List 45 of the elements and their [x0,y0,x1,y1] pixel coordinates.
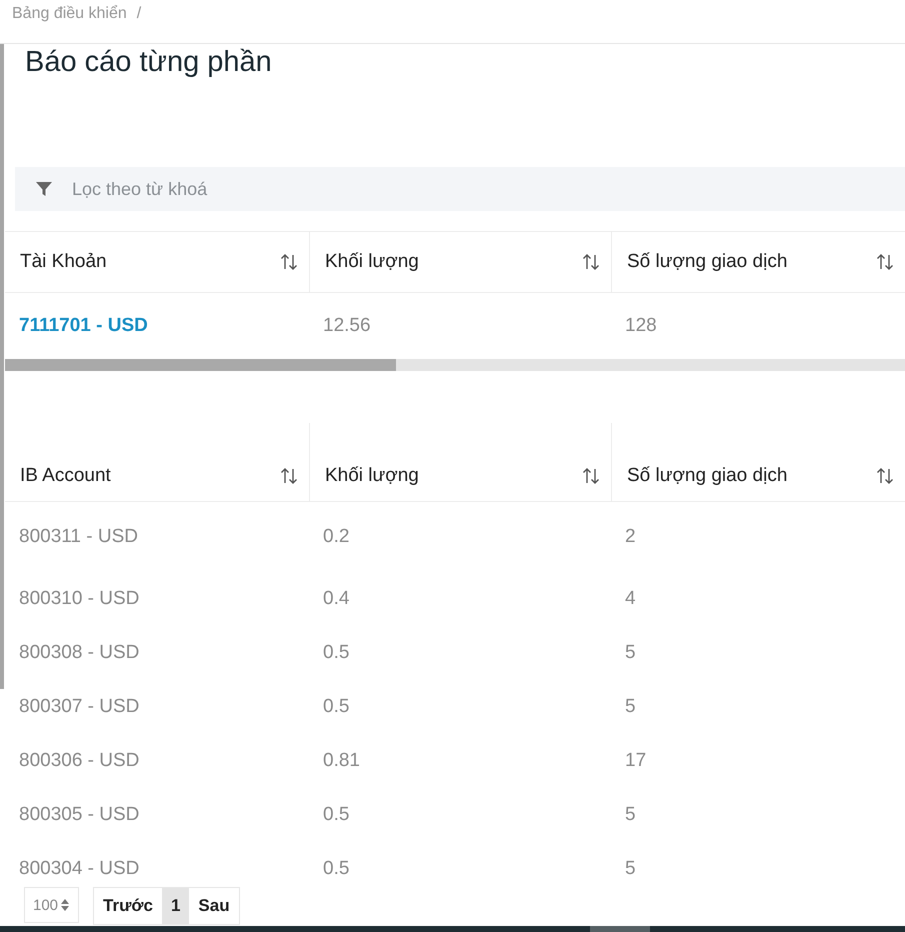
table-cell-text: 800305 - USD [18,804,140,825]
table-cell-text: 17 [624,750,646,771]
scrollbar[interactable] [5,359,905,371]
breadcrumb-separator: / [136,5,142,23]
spinner-icon[interactable] [60,898,70,912]
table-cell-text: 800308 - USD [18,642,140,663]
table-cell-text: 5 [624,642,636,663]
sort-icon[interactable] [279,466,299,486]
table-cell-text: 5 [624,696,636,717]
sort-icon[interactable] [279,252,299,272]
table-cell-text: 12.56 [322,315,371,336]
table-cell-text: 0.5 [322,858,350,879]
column-header: Số lượng giao dịch [627,465,788,487]
table-cell-text: 0.5 [322,804,350,825]
table-cell-text: 0.5 [322,696,350,717]
column-header: Khối lượng [325,465,419,487]
table-cell-text: 800304 - USD [18,858,140,879]
table-cell-text: 0.2 [322,526,350,547]
filter-field[interactable]: Lọc theo từ khoá [15,167,905,211]
table-cell-text: 800307 - USD [18,696,140,717]
column-header: Số lượng giao dịch [627,251,788,273]
page-title: Báo cáo từng phần [24,45,273,80]
table-cell-text: 128 [624,315,657,336]
column-header: IB Account [20,465,111,487]
page-size-select[interactable]: 100 [24,887,80,923]
table-cell-text: 800306 - USD [18,750,140,771]
account-link[interactable]: 7111701 - USD [5,315,148,336]
table-cell-text: 0.81 [322,750,360,771]
table-cell-text: 800311 - USD [18,526,138,547]
sort-icon[interactable] [581,466,601,486]
table-cell-text: 5 [624,804,636,825]
table-cell-text: 2 [624,526,636,547]
sort-icon[interactable] [875,466,895,486]
table-cell-text: 4 [624,588,636,609]
sort-icon[interactable] [581,252,601,272]
sort-icon[interactable] [875,252,895,272]
page-button[interactable]: 1 [162,888,190,924]
table-cell-text: 0.4 [322,588,350,609]
table-cell-text: 0.5 [322,642,350,663]
scrollbar[interactable] [0,926,905,932]
table-cell-text: 800310 - USD [18,588,140,609]
table-cell-text: 5 [624,858,636,879]
column-header: Khối lượng [325,251,419,273]
column-header: Tài Khoản [20,251,107,273]
filter-icon [35,180,53,198]
